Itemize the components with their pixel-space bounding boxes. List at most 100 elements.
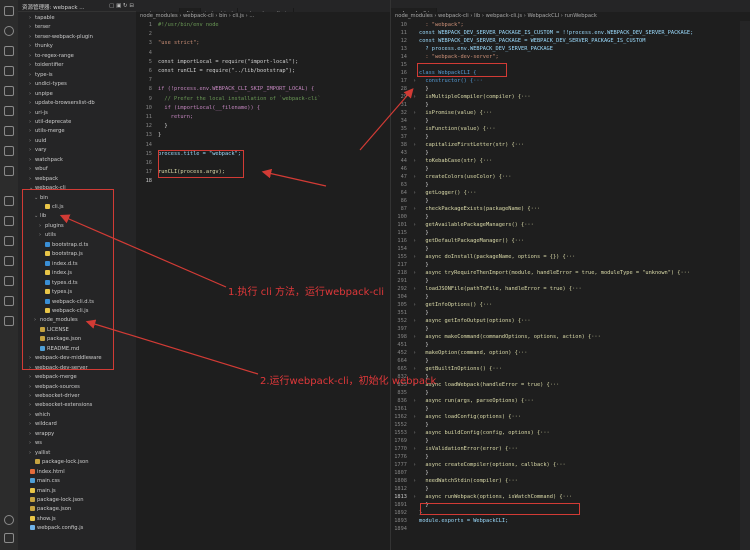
tree-folder[interactable]: › unpipe [29, 90, 53, 99]
code-line[interactable]: 9 // Prefer the local installation of `w… [136, 95, 390, 104]
code-line[interactable]: 18 [136, 177, 390, 186]
tree-folder[interactable]: › thunky [29, 42, 53, 51]
gitlens-icon[interactable] [4, 256, 14, 266]
tree-folder[interactable]: › watchpack [29, 156, 63, 165]
code-line[interactable]: 10 if (importLocal(__filename)) { [136, 104, 390, 113]
tree-file[interactable]: main.css [24, 477, 60, 486]
tree-file[interactable]: index.html [24, 468, 65, 477]
tree-folder[interactable]: › uri-js [29, 109, 48, 118]
minimap[interactable] [740, 21, 750, 550]
code-text: return; [158, 114, 194, 120]
refresh-icon[interactable]: ↻ [123, 3, 128, 9]
tree-file[interactable]: package.json [24, 505, 71, 514]
code-text: toKebabCase(str) {··· [419, 158, 493, 164]
tree-item-label: package-lock.json [42, 459, 89, 466]
tree-folder[interactable]: › terser-webpack-plugin [29, 33, 93, 42]
code-line[interactable]: 7 [136, 76, 390, 85]
tree-file[interactable]: main.js [24, 487, 56, 496]
code-text: needWatchStdin(compiler) {··· [419, 478, 518, 484]
tree-folder[interactable]: › undici-types [29, 80, 67, 89]
tree-folder[interactable]: › toidentifier [29, 61, 64, 70]
code-line[interactable]: 6 const runCLI = require("../lib/bootstra… [136, 67, 390, 76]
tree-folder[interactable]: › uuid [29, 137, 46, 146]
settings-sync-icon[interactable] [4, 216, 14, 226]
code-line[interactable]: 2 [136, 30, 390, 39]
tree-folder[interactable]: › ws [29, 439, 42, 448]
code-line[interactable]: 1894 [391, 525, 750, 534]
tree-folder[interactable]: › wrappy [29, 430, 54, 439]
file-type-icon [30, 515, 35, 521]
tab-bar-left: package.jsoncli.jsindex.htmlwebpack.conf… [136, 0, 390, 12]
tree-folder[interactable]: › tapable [29, 14, 55, 23]
remote-icon[interactable] [4, 316, 14, 326]
tree-folder[interactable]: › webpack [29, 175, 58, 184]
code-text: } [419, 390, 429, 396]
collapse-all-icon[interactable]: ⊟ [129, 3, 134, 9]
code-text: : "webpack-dev-server"; [419, 54, 499, 60]
tree-item-label: webpack-merge [35, 374, 77, 381]
code-line[interactable]: 13} [136, 131, 390, 140]
tab-bar-right: webpack-cli.js [391, 0, 750, 12]
tree-folder[interactable]: › terser [29, 23, 50, 32]
source-control-icon[interactable] [4, 46, 14, 56]
code-text: isMultipleCompiler(compiler) {··· [419, 94, 531, 100]
run-debug-icon[interactable] [4, 66, 14, 76]
tree-file[interactable]: webpack.config.js [24, 524, 83, 533]
tree-folder[interactable]: › wildcard [29, 420, 57, 429]
code-line[interactable]: 11 return; [136, 113, 390, 122]
code-text: async run(args, parseOptions) {··· [419, 398, 534, 404]
code-line[interactable]: 1 #!/usr/bin/env node [136, 21, 390, 30]
tree-folder[interactable]: › webpack-sources [29, 383, 80, 392]
tree-folder[interactable]: › websocket-extensions [29, 401, 92, 410]
tree-folder[interactable]: › type-is [29, 71, 53, 80]
tree-folder[interactable]: › util-deprecate [29, 118, 71, 127]
code-text: async buildConfig(config, options) {··· [419, 430, 550, 436]
new-folder-icon[interactable]: ▣ [116, 3, 121, 9]
tree-folder[interactable]: › vary [29, 146, 46, 155]
remote-explorer-icon[interactable] [4, 106, 14, 116]
tree-folder[interactable]: › update-browserslist-db [29, 99, 95, 108]
account-icon[interactable] [4, 515, 14, 525]
database-icon[interactable] [4, 276, 14, 286]
line-number: 13 [145, 132, 152, 139]
code-text: getDefaultPackageManager() {··· [419, 238, 525, 244]
breadcrumb[interactable]: node_modules › webpack-cli › bin › cli.j… [136, 12, 390, 21]
docker-icon[interactable] [4, 146, 14, 156]
tree-folder[interactable]: › utils-merge [29, 127, 65, 136]
git-icon[interactable] [4, 236, 14, 246]
new-file-icon[interactable]: ▢ [109, 3, 114, 9]
code-text: ? process.env.WEBPACK_DEV_SERVER_PACKAGE [419, 46, 553, 52]
tree-folder[interactable]: › wbuf [29, 165, 48, 174]
tree-file[interactable]: package-lock.json [24, 496, 84, 505]
code-text: isFunction(value) {··· [419, 126, 496, 132]
tree-folder[interactable]: › yallist [29, 449, 50, 458]
tree-folder[interactable]: › which [29, 411, 50, 420]
code-text: } [419, 134, 429, 140]
code-text: : "webpack"; [419, 22, 464, 28]
tree-file[interactable]: package-lock.json [29, 458, 89, 467]
extensions-icon[interactable] [4, 86, 14, 96]
manage-gear-icon[interactable] [4, 533, 14, 543]
tools-icon[interactable] [4, 196, 14, 206]
code-line[interactable]: 5 const importLocal = require("import-loc… [136, 58, 390, 67]
search-icon[interactable] [4, 26, 14, 36]
tree-folder[interactable]: › webpack-merge [29, 373, 77, 382]
tree-item-label: wrappy [35, 430, 55, 437]
tree-folder[interactable]: › to-regex-range [29, 52, 74, 61]
fold-chevron-icon[interactable] [413, 525, 419, 534]
line-number: 16 [145, 160, 152, 166]
code-line[interactable]: 14 [136, 141, 390, 150]
code-text: async loadWebpack(handleError = true) {·… [419, 382, 560, 388]
files-icon[interactable] [4, 6, 14, 16]
code-line[interactable]: 8 if (!process.env.WEBPACK_CLI_SKIP_IMPOR… [136, 85, 390, 94]
code-line[interactable]: 12 } [136, 122, 390, 131]
tree-folder[interactable]: › websocket-driver [29, 392, 80, 401]
bookmarks-icon[interactable] [4, 296, 14, 306]
timeline-icon[interactable] [4, 166, 14, 176]
code-line[interactable]: 4 [136, 49, 390, 58]
testing-icon[interactable] [4, 126, 14, 136]
line-number: 7 [148, 77, 152, 84]
code-line[interactable]: 3 "use strict"; [136, 39, 390, 48]
breadcrumb[interactable]: node_modules › webpack-cli › lib › webpa… [391, 12, 750, 21]
tree-file[interactable]: show.js [24, 515, 56, 524]
